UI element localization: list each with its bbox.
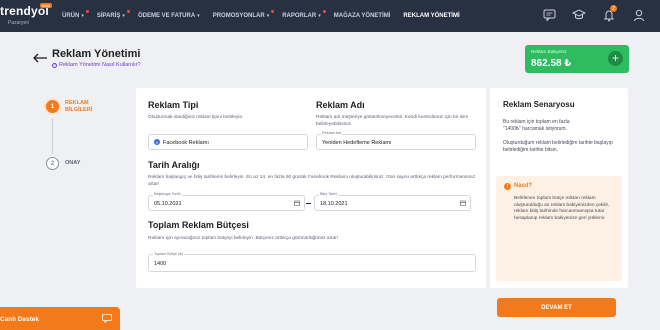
budget-title: Toplam Reklam Bütçesi bbox=[148, 220, 249, 230]
menu-item-magaza-yonetimi[interactable]: MAĞAZA YÖNETİMİ bbox=[334, 13, 391, 19]
chat-bubble-icon bbox=[102, 314, 112, 323]
ad-name-field-label: Reklam Adı bbox=[321, 131, 343, 135]
question-icon: ? bbox=[52, 62, 57, 68]
notification-dot bbox=[126, 10, 130, 13]
note-title: Nasıl? bbox=[514, 183, 533, 189]
date-range-title: Tarih Aralığı bbox=[148, 160, 200, 170]
user-icon[interactable] bbox=[630, 6, 648, 24]
graduation-cap-icon[interactable] bbox=[570, 6, 588, 24]
scenario-dates-text: Oluşturduğum reklam belirlediğim tarihte… bbox=[503, 140, 613, 153]
menu-item-promosyonlar[interactable]: PROMOSYONLAR ▾ bbox=[212, 10, 275, 19]
budget-value: 1400 bbox=[154, 260, 167, 267]
scenario-title: Reklam Senaryosu bbox=[503, 100, 575, 109]
menu-item-urun[interactable]: ÜRÜN ▾ bbox=[62, 10, 89, 19]
step-indicator: 1 REKLAM BİLGİLERİ 2 ONAY bbox=[32, 88, 132, 288]
back-arrow-icon[interactable] bbox=[32, 51, 48, 63]
menu-item-label: ÖDEME VE FATURA bbox=[137, 13, 196, 19]
top-navbar: trendyol beta Pazaryeri ÜRÜN ▾ SİPARİŞ ▾… bbox=[0, 0, 660, 32]
ad-name-value: Yeniden Hedefleme Reklamı bbox=[322, 139, 392, 146]
note-text: Belirlenen toplam bütçe miktarı reklam o… bbox=[514, 196, 610, 221]
step-onay: 2 ONAY bbox=[46, 157, 105, 170]
ad-type-value: Facebook Reklamı bbox=[163, 139, 209, 146]
date-range-separator bbox=[306, 203, 311, 204]
info-icon: ! bbox=[504, 183, 511, 190]
menu-item-label: MAĞAZA YÖNETİMİ bbox=[333, 13, 391, 19]
balance-card: Reklam Bakiyeniz 862.58 ₺ + bbox=[525, 45, 629, 73]
ad-form-card: Reklam Tipi Oluşturmak istediğiniz rekla… bbox=[136, 88, 486, 288]
step-number: 1 bbox=[46, 100, 59, 113]
start-date-label: Başlangıç Tarihi bbox=[153, 192, 182, 196]
start-date-value: 05.10.2021 bbox=[154, 200, 182, 207]
nav-icon-group: 2 bbox=[540, 5, 648, 24]
ad-type-description: Oluşturmak istediğiniz reklam tipini bel… bbox=[148, 115, 244, 120]
menu-item-label: SİPARİŞ bbox=[96, 13, 121, 19]
step-number: 2 bbox=[46, 157, 59, 170]
ad-name-field[interactable]: Reklam Adı Yeniden Hedefleme Reklamı bbox=[316, 131, 476, 150]
notification-dot bbox=[322, 10, 326, 13]
chevron-down-icon: ▾ bbox=[197, 13, 200, 19]
add-balance-button[interactable]: + bbox=[608, 51, 623, 66]
scenario-budget-text: Bu reklam için toplam en fazla "1400₺" h… bbox=[503, 119, 613, 132]
end-date-value: 18.10.2021 bbox=[320, 200, 348, 207]
brand-badge: beta bbox=[40, 3, 52, 8]
menu-item-label: PROMOSYONLAR bbox=[212, 13, 265, 19]
chat-icon[interactable] bbox=[540, 6, 558, 24]
brand-subtitle: Pazaryeri bbox=[8, 20, 30, 26]
chevron-down-icon: ▾ bbox=[266, 13, 270, 19]
ad-name-description: Reklam adı müşteriye gösterilmeyecektir.… bbox=[316, 115, 469, 127]
help-link-label: Reklam Yönetimi Nasıl Kullanılır? bbox=[59, 62, 141, 68]
notification-count-badge: 2 bbox=[610, 5, 617, 12]
calendar-icon[interactable] bbox=[460, 200, 466, 206]
step-connector bbox=[52, 118, 53, 154]
main-menu: ÜRÜN ▾ SİPARİŞ ▾ ÖDEME VE FATURA ▾ PROMO… bbox=[62, 0, 473, 32]
help-link[interactable]: ? Reklam Yönetimi Nasıl Kullanılır? bbox=[52, 62, 141, 68]
menu-item-odeme-fatura[interactable]: ÖDEME VE FATURA ▾ bbox=[138, 13, 200, 19]
chevron-down-icon: ▾ bbox=[122, 13, 125, 19]
menu-item-reklam-yonetimi[interactable]: REKLAM YÖNETİMİ bbox=[403, 13, 459, 19]
continue-button[interactable]: DEVAM ET bbox=[497, 298, 616, 317]
notification-dot bbox=[85, 10, 89, 13]
ad-scenario-card: Reklam Senaryosu Bu reklam için toplam e… bbox=[490, 88, 628, 288]
bell-icon[interactable]: 2 bbox=[600, 5, 618, 24]
menu-item-label: ÜRÜN bbox=[62, 13, 80, 19]
facebook-icon: f bbox=[154, 139, 160, 145]
budget-field-label: Toplam Bütçe (₺) bbox=[153, 251, 185, 256]
balance-value: 862.58 ₺ bbox=[531, 58, 572, 69]
how-it-works-note: ! Nasıl? Belirlenen toplam bütçe miktarı… bbox=[496, 176, 622, 281]
end-date-label: Bitiş Tarihi bbox=[319, 192, 339, 196]
ad-type-select[interactable]: f Facebook Reklamı bbox=[148, 134, 308, 150]
menu-item-raporlar[interactable]: RAPORLAR ▾ bbox=[282, 10, 326, 19]
budget-description: Reklam için ayıracağınız toplam bütçeyi … bbox=[148, 236, 339, 241]
start-date-field[interactable]: Başlangıç Tarihi 05.10.2021 bbox=[148, 192, 305, 211]
menu-item-label: REKLAM YÖNETİMİ bbox=[403, 13, 460, 19]
page-title: Reklam Yönetimi bbox=[52, 48, 141, 60]
ad-name-title: Reklam Adı bbox=[316, 100, 365, 110]
step-label: REKLAM BİLGİLERİ bbox=[65, 100, 93, 113]
date-range-description: Reklam başlangıç ve bitiş tarihlerini be… bbox=[148, 175, 476, 187]
scenario-budget-amount-line: "1400₺" harcamak istiyorum. bbox=[503, 125, 567, 132]
end-date-field[interactable]: Bitiş Tarihi 18.10.2021 bbox=[314, 192, 471, 211]
step-reklam-bilgileri: 1 REKLAM BİLGİLERİ bbox=[46, 100, 105, 114]
step-label: ONAY bbox=[65, 160, 81, 166]
live-support-label: Canlı Destek bbox=[0, 316, 40, 323]
menu-item-label: RAPORLAR bbox=[282, 13, 317, 19]
notification-dot bbox=[271, 10, 275, 13]
chevron-down-icon: ▾ bbox=[81, 13, 84, 19]
live-support-button[interactable]: Canlı Destek bbox=[0, 307, 120, 330]
budget-field[interactable]: Toplam Bütçe (₺) 1400 bbox=[148, 251, 476, 272]
chevron-down-icon: ▾ bbox=[318, 13, 321, 19]
menu-item-siparis[interactable]: SİPARİŞ ▾ bbox=[96, 10, 130, 19]
calendar-icon[interactable] bbox=[294, 200, 300, 206]
ad-type-title: Reklam Tipi bbox=[148, 100, 199, 110]
balance-label: Reklam Bakiyeniz bbox=[531, 49, 567, 54]
